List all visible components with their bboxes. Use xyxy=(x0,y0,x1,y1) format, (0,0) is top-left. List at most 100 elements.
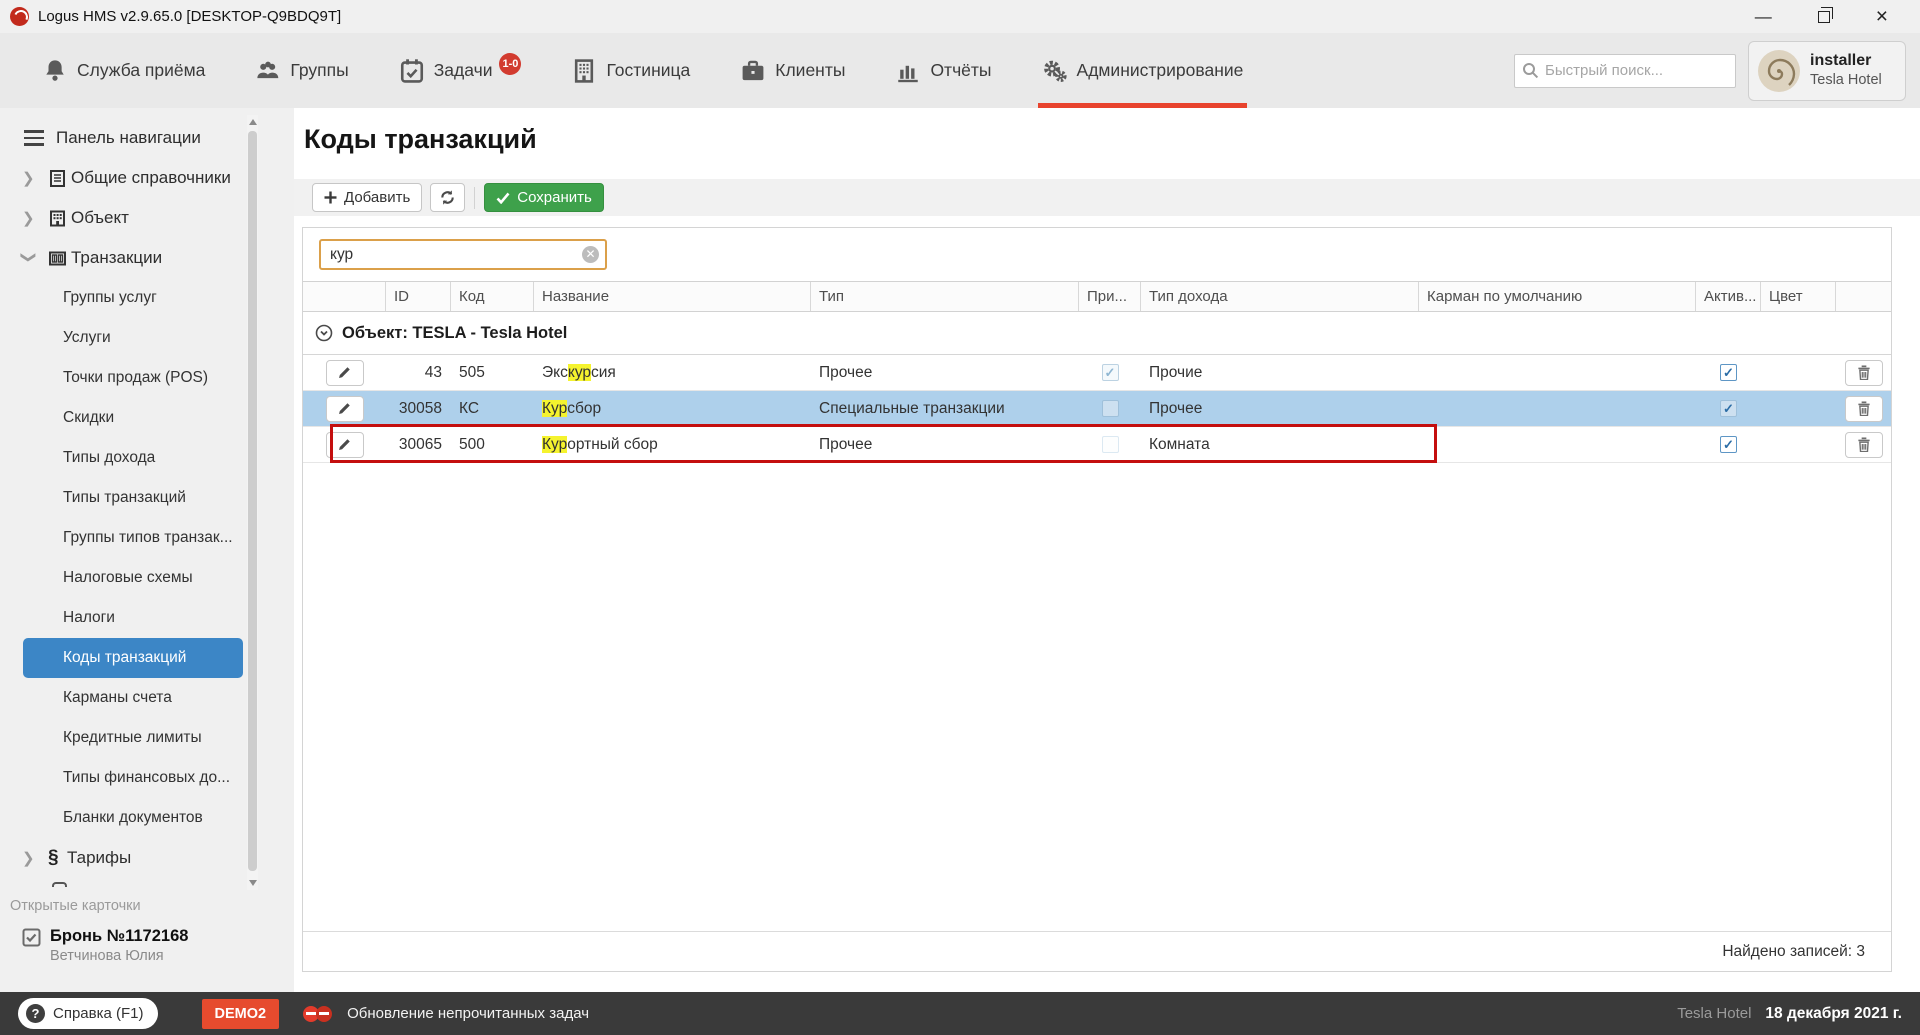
nav-label: Группы xyxy=(290,60,348,81)
hamburger-icon xyxy=(24,130,44,146)
close-button[interactable]: × xyxy=(1876,8,1888,25)
col-header-active[interactable]: Актив... xyxy=(1696,282,1761,311)
restore-button[interactable] xyxy=(1818,11,1830,23)
table-empty-area xyxy=(303,463,1891,931)
sidebar-group-label: Тарифы xyxy=(67,848,131,868)
sidebar-item-services[interactable]: Услуги xyxy=(23,318,243,358)
sidebar-scrollbar[interactable] xyxy=(247,115,258,890)
sidebar-item-pos[interactable]: Точки продаж (POS) xyxy=(23,358,243,398)
table-row-annotated[interactable]: 30065 500 Курортный сбор Прочее Комната … xyxy=(303,427,1891,463)
active-checkbox[interactable]: ✓ xyxy=(1720,400,1737,417)
app-window: Logus HMS v2.9.65.0 [DESKTOP-Q9BDQ9T] — … xyxy=(0,0,1920,1035)
sidebar-item-service-groups[interactable]: Группы услуг xyxy=(23,278,243,318)
filter-input[interactable] xyxy=(319,239,607,270)
gears-icon xyxy=(1042,58,1068,84)
pri-checkbox[interactable] xyxy=(1102,436,1119,453)
table-header: ID Код Название Тип При... Тип дохода Ка… xyxy=(303,281,1891,312)
open-card-subtitle: Ветчинова Юлия xyxy=(50,947,188,966)
col-header-pocket[interactable]: Карман по умолчанию xyxy=(1419,282,1696,311)
nav-item-tasks[interactable]: Задачи 1-0 xyxy=(399,33,522,108)
table-row-selected[interactable]: 30058 КС Курсбор Специальные транзакции … xyxy=(303,391,1891,427)
sidebar-item-taxes[interactable]: Налоги xyxy=(23,598,243,638)
cell-name: Экскурсия xyxy=(534,364,811,382)
nav-item-reports[interactable]: Отчёты xyxy=(895,33,991,108)
table-row[interactable]: 43 505 Экскурсия Прочее ✓ Прочие ✓ xyxy=(303,355,1891,391)
help-button[interactable]: ? Справка (F1) xyxy=(18,998,158,1029)
refresh-button[interactable] xyxy=(430,183,465,212)
cell-type: Прочее xyxy=(811,436,1079,454)
active-checkbox[interactable]: ✓ xyxy=(1720,364,1737,381)
minimize-button[interactable]: — xyxy=(1755,8,1772,25)
save-button[interactable]: Сохранить xyxy=(484,183,604,212)
sidebar-item-discounts[interactable]: Скидки xyxy=(23,398,243,438)
col-header-name[interactable]: Название xyxy=(534,282,811,311)
demo-badge[interactable]: DEMO2 xyxy=(202,999,280,1029)
col-header-edit[interactable] xyxy=(303,282,386,311)
nav-label: Администрирование xyxy=(1077,60,1244,81)
page-title: Коды транзакций xyxy=(304,124,537,155)
cell-id: 30058 xyxy=(386,400,451,418)
delete-button[interactable] xyxy=(1845,360,1883,386)
open-card-booking[interactable]: Бронь №1172168 Ветчинова Юлия xyxy=(22,926,294,966)
nav-label: Задачи xyxy=(434,60,493,81)
collapse-circle-icon[interactable] xyxy=(315,324,333,342)
sidebar-item-account-pockets[interactable]: Карманы счета xyxy=(23,678,243,718)
nav-label: Клиенты xyxy=(775,60,845,81)
pri-checkbox[interactable]: ✓ xyxy=(1102,364,1119,381)
sidebar-item-transaction-codes[interactable]: Коды транзакций xyxy=(23,638,243,678)
col-header-code[interactable]: Код xyxy=(451,282,534,311)
col-header-pri[interactable]: При... xyxy=(1079,282,1141,311)
delete-button[interactable] xyxy=(1845,396,1883,422)
nav-item-reception[interactable]: Служба приёма xyxy=(42,33,205,108)
nav-label: Служба приёма xyxy=(77,60,205,81)
scroll-down-icon[interactable] xyxy=(249,880,257,886)
col-header-color[interactable]: Цвет xyxy=(1761,282,1836,311)
nav-item-clients[interactable]: Клиенты xyxy=(740,33,845,108)
people-icon xyxy=(255,58,281,84)
table-group-row[interactable]: Объект: TESLA - Tesla Hotel xyxy=(303,312,1891,355)
question-circle-icon: ? xyxy=(26,1004,45,1023)
scroll-up-icon[interactable] xyxy=(249,119,257,125)
open-cards-title: Открытые карточки xyxy=(10,898,294,914)
sidebar-item-income-types[interactable]: Типы дохода xyxy=(23,438,243,478)
sidebar-item-document-forms[interactable]: Бланки документов xyxy=(23,798,243,838)
group-label: Объект: TESLA - Tesla Hotel xyxy=(342,324,567,343)
cell-id: 43 xyxy=(386,364,451,382)
cell-code: 500 xyxy=(451,436,534,454)
sidebar-group-label: Транзакции xyxy=(71,248,162,268)
cell-type: Специальные транзакции xyxy=(811,400,1079,418)
add-button[interactable]: Добавить xyxy=(312,183,422,212)
tasks-badge: 1-0 xyxy=(499,53,521,75)
briefcase-icon xyxy=(740,58,766,84)
scrollbar-thumb[interactable] xyxy=(248,131,257,871)
col-header-id[interactable]: ID xyxy=(386,282,451,311)
pri-checkbox[interactable] xyxy=(1102,400,1119,417)
user-chip[interactable]: installer Tesla Hotel xyxy=(1748,41,1906,101)
nav-item-hotel[interactable]: Гостиница xyxy=(571,33,690,108)
search-highlight: Кур xyxy=(542,400,567,417)
trash-icon xyxy=(1857,437,1871,452)
sidebar-item-transaction-type-groups[interactable]: Группы типов транзак... xyxy=(23,518,243,558)
edit-button[interactable] xyxy=(326,360,364,386)
sidebar-item-transaction-types[interactable]: Типы транзакций xyxy=(23,478,243,518)
open-cards-section: Открытые карточки Бронь №1172168 Ветчино… xyxy=(0,890,294,966)
sidebar-item-financial-doc-types[interactable]: Типы финансовых до... xyxy=(23,758,243,798)
sidebar-item-credit-limits[interactable]: Кредитные лимиты xyxy=(23,718,243,758)
cell-name: Курсбор xyxy=(534,400,811,418)
delete-button[interactable] xyxy=(1845,432,1883,458)
nav-item-groups[interactable]: Группы xyxy=(255,33,348,108)
quick-search-input[interactable] xyxy=(1514,54,1736,88)
cell-income-type: Комната xyxy=(1141,436,1419,454)
pencil-icon xyxy=(337,401,352,416)
logus-logo-icon xyxy=(10,7,29,26)
edit-button[interactable] xyxy=(326,396,364,422)
nav-item-administration[interactable]: Администрирование xyxy=(1042,33,1244,108)
col-header-type[interactable]: Тип xyxy=(811,282,1079,311)
sidebar-item-tax-schemes[interactable]: Налоговые схемы xyxy=(23,558,243,598)
cell-code: 505 xyxy=(451,364,534,382)
clear-filter-icon[interactable]: ✕ xyxy=(582,246,599,263)
edit-button[interactable] xyxy=(326,432,364,458)
col-header-income-type[interactable]: Тип дохода xyxy=(1141,282,1419,311)
trash-icon xyxy=(1857,365,1871,380)
active-checkbox[interactable]: ✓ xyxy=(1720,436,1737,453)
